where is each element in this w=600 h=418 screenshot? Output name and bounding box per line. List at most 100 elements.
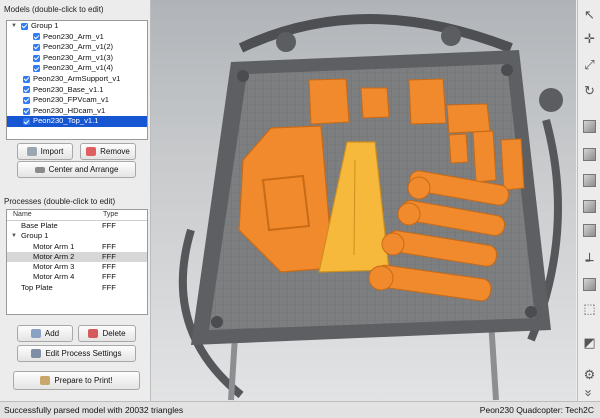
process-name: Motor Arm 2 [33, 251, 75, 261]
view-cube-icon[interactable] [581, 222, 598, 239]
view-cube-icon[interactable] [581, 118, 598, 135]
rotate-icon[interactable]: ↻ [581, 82, 598, 99]
model-row[interactable]: Peon230_Base_v1.1 [7, 85, 147, 96]
expand-icon[interactable]: » [582, 385, 597, 402]
checkbox[interactable] [23, 86, 30, 94]
import-label: Import [40, 147, 64, 156]
model-label: Peon230_Arm_v1 [43, 31, 104, 41]
import-button[interactable]: Import [17, 143, 73, 160]
right-toolbar: ↖ ✛ ⤢ ↻ ┵ ⬚ ◩ ⚙ » [577, 0, 600, 401]
model-row[interactable]: Peon230_ArmSupport_v1 [7, 74, 147, 85]
process-row[interactable]: Motor Arm 4 FFF [7, 272, 147, 282]
frame-bolt [539, 88, 563, 112]
process-row[interactable]: Motor Arm 1 FFF [7, 242, 147, 252]
view-cube-icon[interactable] [581, 198, 598, 215]
fpv-cam-part [308, 78, 350, 125]
model-row[interactable]: Peon230_Arm_v1 [7, 32, 147, 43]
center-label: Center and Arrange [48, 165, 119, 174]
frame-bolt [441, 26, 461, 46]
process-type: FFF [102, 251, 116, 261]
wireframe-cube-icon[interactable]: ⬚ [581, 300, 598, 317]
checkbox[interactable] [23, 107, 30, 115]
status-bar: Successfully parsed model with 20032 tri… [0, 401, 600, 418]
checkbox[interactable] [33, 33, 40, 41]
checkbox[interactable] [23, 75, 30, 83]
plate-bolt [501, 64, 513, 76]
model-row[interactable]: Peon230_Top_v1.1 [7, 116, 147, 127]
printer-icon [40, 376, 51, 386]
model-row[interactable]: Peon230_Arm_v1(2) [7, 42, 147, 53]
view-cube-icon[interactable] [581, 276, 598, 293]
settings-icon [31, 349, 42, 359]
view-cube-icon[interactable] [581, 146, 598, 163]
small-part [408, 78, 447, 125]
process-name: Group 1 [21, 231, 49, 241]
process-name: Motor Arm 3 [33, 262, 75, 272]
prepare-label: Prepare to Print! [54, 376, 113, 385]
cursor-icon[interactable]: ↖ [581, 6, 598, 23]
model-row[interactable]: Peon230_Arm_v1(3) [7, 53, 147, 64]
process-row[interactable]: Motor Arm 2 FFF [7, 251, 147, 263]
remove-label: Remove [100, 147, 130, 156]
model-label: Peon230_Arm_v1(2) [43, 42, 114, 52]
process-row[interactable]: Base Plate FFF [7, 221, 147, 231]
settings-gear-icon[interactable]: ⚙ [581, 366, 598, 383]
move-icon[interactable]: ✛ [581, 30, 598, 47]
process-type: FFF [102, 221, 116, 230]
process-row[interactable]: Motor Arm 3 FFF [7, 262, 147, 272]
processes-table[interactable]: Name Type Base Plate FFF ▼ Group 1 Motor Arm… [6, 209, 148, 315]
processes-header: Name Type [7, 210, 147, 221]
disclosure-triangle-icon[interactable]: ▼ [11, 231, 17, 241]
process-type: FFF [102, 241, 116, 251]
col-name: Name [13, 211, 32, 218]
section-icon[interactable]: ◩ [581, 334, 598, 351]
models-section-title: Models (double-click to edit) [4, 5, 104, 14]
model-row[interactable]: Peon230_Arm_v1(4) [7, 63, 147, 74]
delete-label: Delete [102, 329, 126, 338]
view-cube-icon[interactable] [581, 172, 598, 189]
models-tree[interactable]: ▼ Group 1 Peon230_Arm_v1 Peon230_Arm_v1(2) P… [6, 20, 148, 140]
checkbox[interactable] [23, 96, 30, 104]
model-label: Group 1 [31, 21, 59, 30]
axes-icon[interactable]: ┵ [581, 252, 598, 269]
model-label: Peon230_Base_v1.1 [33, 84, 104, 94]
tree-group-row[interactable]: ▼ Group 1 [7, 21, 147, 32]
model-label: Peon230_FPVcam_v1 [33, 95, 109, 105]
scale-icon[interactable]: ⤢ [581, 56, 598, 73]
checkbox[interactable] [33, 65, 40, 73]
plate-bolt [525, 306, 537, 318]
disclosure-triangle-icon[interactable]: ▼ [11, 21, 17, 32]
checkbox[interactable] [33, 54, 40, 62]
process-type: FFF [102, 272, 116, 282]
frame-bolt [276, 32, 296, 52]
model-label: Peon230_Arm_v1(3) [43, 52, 114, 62]
edit-label: Edit Process Settings [45, 349, 122, 358]
model-row[interactable]: Peon230_FPVcam_v1 [7, 95, 147, 106]
model-label: Peon230_ArmSupport_v1 [33, 73, 121, 83]
edit-process-settings-button[interactable]: Edit Process Settings [17, 345, 136, 362]
delete-icon [88, 329, 99, 339]
plate-bolt [237, 70, 249, 82]
process-row[interactable]: Top Plate FFF [7, 283, 147, 293]
model-label: Peon230_Top_v1.1 [33, 116, 99, 126]
checkbox[interactable] [23, 118, 30, 126]
checkbox[interactable] [33, 43, 40, 51]
process-type: FFF [102, 262, 116, 272]
arm-support-part [500, 138, 525, 191]
remove-button[interactable]: Remove [80, 143, 136, 160]
delete-process-button[interactable]: Delete [78, 325, 136, 342]
processes-section-title: Processes (double-click to edit) [4, 197, 116, 206]
project-name: Peon230 Quadcopter: Tech2C [479, 405, 594, 415]
small-part [360, 87, 390, 119]
checkbox[interactable] [21, 22, 28, 30]
add-process-button[interactable]: Add [17, 325, 73, 342]
model-row[interactable]: Peon230_HDcam_v1 [7, 106, 147, 117]
center-arrange-button[interactable]: Center and Arrange [17, 161, 136, 178]
status-message: Successfully parsed model with 20032 tri… [4, 405, 184, 415]
process-row[interactable]: ▼ Group 1 [7, 231, 147, 241]
3d-viewport[interactable] [151, 0, 576, 401]
prepare-to-print-button[interactable]: Prepare to Print! [13, 371, 140, 390]
plate-bolt [211, 316, 223, 328]
add-icon [30, 329, 41, 339]
hd-cam-part [446, 103, 491, 134]
